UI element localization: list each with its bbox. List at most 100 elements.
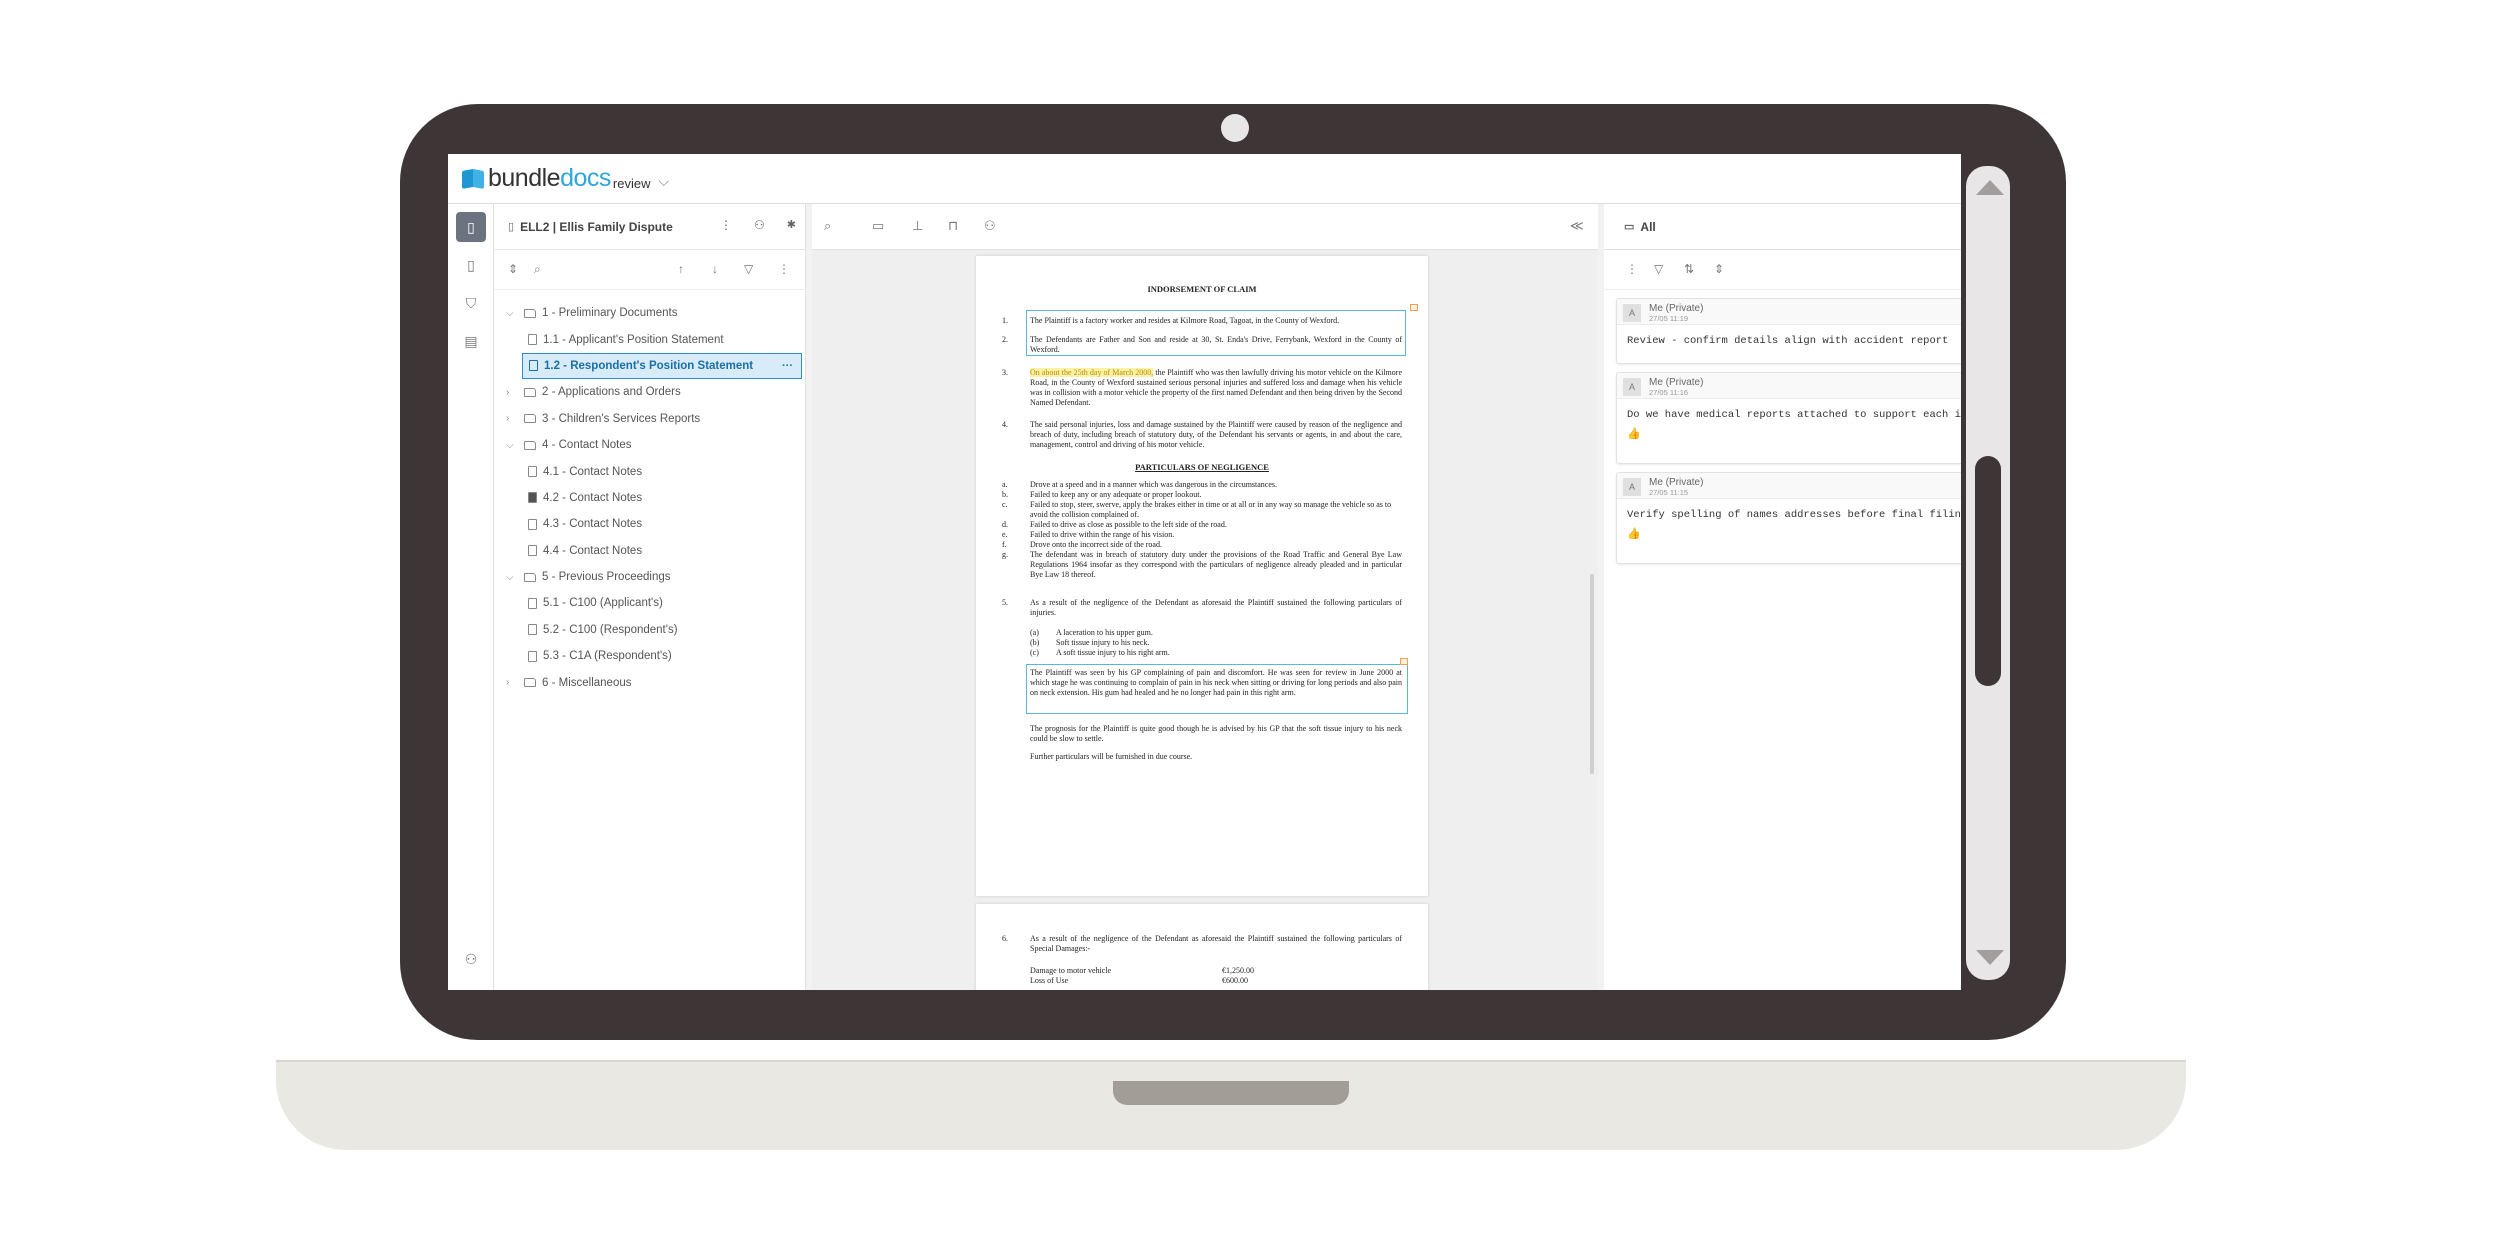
rail-bundle-button[interactable]: ▯ [456, 212, 486, 242]
sort-icon[interactable]: ⇅ [1684, 262, 1694, 276]
search-icon[interactable]: ⌕ [534, 262, 541, 277]
chevron-down-icon[interactable]: ⌵ [506, 440, 516, 451]
book-icon: ▭ [1624, 221, 1635, 233]
injury-item: A laceration to his upper gum. [1056, 628, 1153, 637]
tree-folder-3[interactable]: › 3 - Children's Services Reports [494, 406, 806, 432]
comment-icon[interactable]: ▭ [872, 218, 884, 234]
comment-card[interactable]: A Me (Private) 27/05 11:15 Verify spelli… [1616, 472, 1961, 564]
scroll-up-arrow-icon[interactable] [1976, 180, 2004, 195]
chevron-down-icon[interactable]: ⌵ [506, 308, 516, 319]
damage-label: Loss of Use [1030, 976, 1069, 985]
stamp-icon[interactable]: ⊓ [948, 218, 958, 234]
avatar: A [1623, 378, 1641, 396]
document-page-2[interactable]: 6. As a result of the negligence of the … [976, 904, 1428, 990]
comments-filter-label[interactable]: All [1640, 220, 1655, 234]
tree-folder-4[interactable]: ⌵ 4 - Contact Notes [494, 432, 806, 458]
people-icon[interactable]: ⚇ [984, 218, 996, 234]
comment-card[interactable]: A Me (Private) 27/05 11:16 Do we have me… [1616, 372, 1961, 464]
tree-doc-4-1[interactable]: 4.1 - Contact Notes [494, 458, 806, 484]
tree-doc-4-2[interactable]: 4.2 - Contact Notes [494, 485, 806, 511]
top-bar: bundledocs review ⌵ [448, 154, 1961, 204]
tree-folder-6[interactable]: › 6 - Miscellaneous [494, 669, 806, 695]
tree-folder-2[interactable]: › 2 - Applications and Orders [494, 379, 806, 405]
tree-folder-5[interactable]: ⌵ 5 - Previous Proceedings [494, 564, 806, 590]
expand-collapse-icon[interactable]: ⇕ [1714, 262, 1724, 276]
thumbs-up-icon[interactable]: 👍 [1617, 527, 1961, 546]
paragraph-5: As a result of the negligence of the Def… [1030, 598, 1402, 617]
move-up-icon[interactable]: ↑ [678, 262, 684, 276]
chevron-right-icon[interactable]: › [506, 413, 516, 424]
webcam [1221, 114, 1249, 142]
filter-icon[interactable]: ▽ [744, 262, 753, 276]
document-icon [528, 545, 537, 557]
viewer-scrollbar[interactable] [1590, 574, 1594, 774]
filter-icon[interactable]: ▽ [1654, 262, 1663, 276]
tree-doc-1-1[interactable]: 1.1 - Applicant's Position Statement [494, 326, 806, 352]
note-tag-icon[interactable] [1410, 304, 1418, 311]
pages-icon: ▯ [467, 256, 475, 273]
paragraph-1: The Plaintiff is a factory worker and re… [1030, 316, 1340, 325]
document-icon [528, 518, 537, 530]
comments-more-icon[interactable]: ⋮ [1626, 262, 1638, 276]
folder-icon [524, 678, 536, 688]
folder-icon [524, 440, 536, 450]
scroll-down-arrow-icon[interactable] [1976, 950, 2004, 965]
tree-folder-1[interactable]: ⌵ 1 - Preliminary Documents [494, 300, 806, 326]
highlight-icon[interactable]: ⊥ [912, 218, 923, 234]
avatar: A [1623, 478, 1641, 496]
app-switcher-chevron-icon[interactable]: ⌵ [658, 173, 669, 190]
document-icon [528, 597, 537, 609]
negligence-item: Failed to stop, steer, swerve, apply the… [1030, 500, 1392, 519]
scrollbar-thumb[interactable] [1975, 456, 2001, 686]
viewer-toolbar: ⌕ ▭ ⊥ ⊓ ⚇ ≪ [812, 204, 1598, 250]
bundle-icon: ▯ [508, 221, 515, 233]
users-icon: ⚇ [464, 950, 478, 967]
folder-icon [524, 572, 536, 582]
document-page-1[interactable]: INDORSEMENT OF CLAIM 1. The Plaintiff is… [976, 256, 1428, 896]
search-icon[interactable]: ⌕ [824, 218, 831, 234]
negligence-item: Drove at a speed and in a manner which w… [1030, 480, 1278, 489]
paragraph-7: The prognosis for the Plaintiff is quite… [1030, 724, 1402, 743]
negligence-heading: PARTICULARS OF NEGLIGENCE [1135, 462, 1269, 472]
rail-users-button[interactable]: ⚇ [456, 944, 486, 974]
tree-doc-4-3[interactable]: 4.3 - Contact Notes [494, 511, 806, 537]
folder-icon [524, 387, 536, 397]
laptop-base [276, 1060, 2186, 1150]
rail-bookmarks-button[interactable]: ⛉ [456, 288, 486, 318]
rail-pages-button[interactable]: ▯ [456, 250, 486, 280]
comment-text: Do we have medical reports attached to s… [1627, 409, 1961, 421]
tree-doc-4-4[interactable]: 4.4 - Contact Notes [494, 538, 806, 564]
comment-card[interactable]: A Me (Private) 27/05 11:19 Review - conf… [1616, 298, 1961, 364]
chevron-right-icon[interactable]: › [506, 677, 516, 688]
comments-header: ▭ All [1604, 204, 1961, 250]
item-more-icon[interactable]: ··· [782, 360, 793, 372]
rail-notes-button[interactable]: ▤ [456, 326, 486, 356]
thumbs-up-icon[interactable]: 👍 [1617, 427, 1961, 446]
tree-doc-5-3[interactable]: 5.3 - C1A (Respondent's) [494, 643, 806, 669]
negligence-item: Drove onto the incorrect side of the roa… [1030, 540, 1162, 549]
pin-icon[interactable]: ✱ [787, 218, 796, 232]
page-heading: INDORSEMENT OF CLAIM [1147, 284, 1257, 294]
tree-doc-1-2-selected[interactable]: 1.2 - Respondent's Position Statement ··· [522, 352, 802, 380]
highlighted-text[interactable]: On about the 25th day of March 2000, [1030, 368, 1154, 377]
chevron-down-icon[interactable]: ⌵ [506, 572, 516, 583]
chevron-right-icon[interactable]: › [506, 387, 516, 398]
bundle-title[interactable]: ELL2 | Ellis Family Dispute [520, 220, 673, 234]
tree-doc-5-1[interactable]: 5.1 - C100 (Applicant's) [494, 590, 806, 616]
more-options-icon[interactable]: ⋮ [720, 218, 732, 232]
tree-doc-5-2[interactable]: 5.2 - C100 (Respondent's) [494, 617, 806, 643]
negligence-item: Failed to keep any or any adequate or pr… [1030, 490, 1202, 499]
paragraph-6: The Plaintiff was seen by his GP complai… [1030, 668, 1402, 697]
laptop-stage: bundledocs review ⌵ ▯ ▯ ⛉ ▤ ⚇ ▯ ELL2 | E… [0, 0, 2500, 1250]
comment-timestamp: 27/05 11:16 [1649, 388, 1689, 397]
comment-author: Me (Private) [1649, 477, 1704, 488]
collapse-panel-icon[interactable]: ≪ [1570, 218, 1584, 234]
logo-text[interactable]: bundledocs [488, 164, 611, 193]
damage-value: €600.00 [1222, 976, 1248, 985]
move-down-icon[interactable]: ↓ [712, 262, 718, 276]
expand-collapse-icon[interactable]: ⇕ [508, 262, 518, 276]
add-user-icon[interactable]: ⚇ [754, 218, 765, 232]
note-tag-icon[interactable] [1400, 658, 1408, 665]
document-icon [528, 334, 537, 346]
tree-more-icon[interactable]: ⋮ [778, 262, 790, 276]
